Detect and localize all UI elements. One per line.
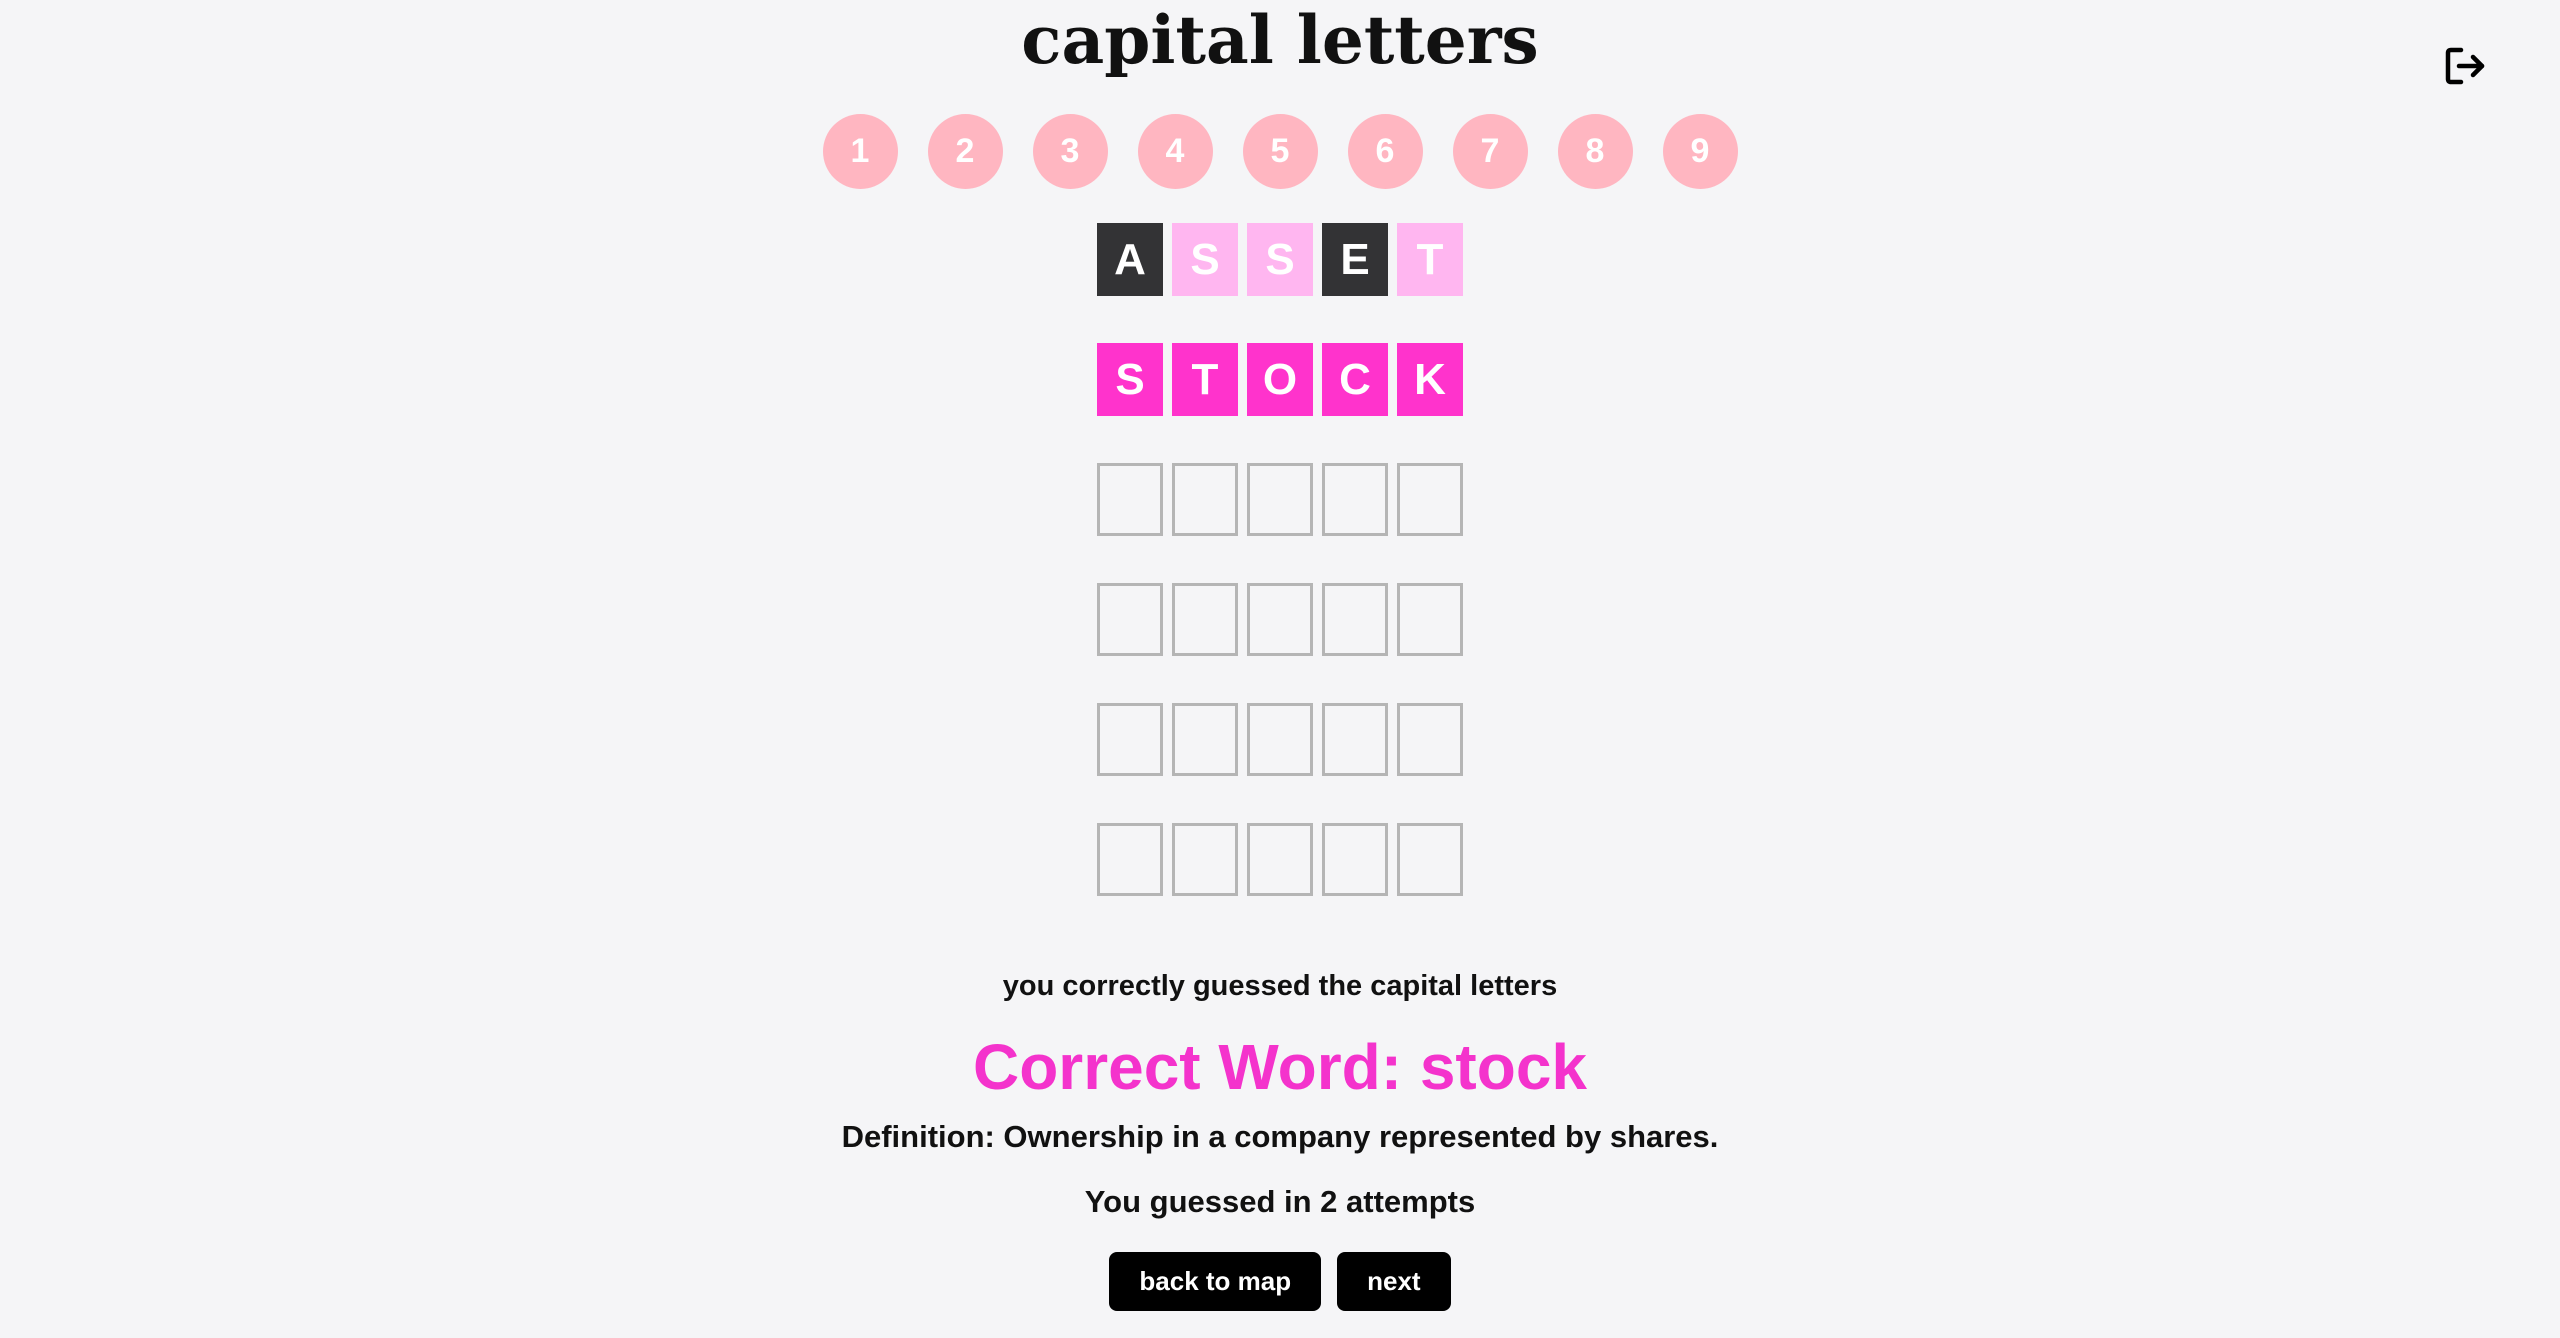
letter-tile: A xyxy=(1097,223,1163,296)
level-button-4[interactable]: 4 xyxy=(1137,114,1213,189)
letter-tile xyxy=(1097,703,1163,776)
letter-tile xyxy=(1097,463,1163,536)
next-button[interactable]: next xyxy=(1337,1252,1451,1311)
level-button-6[interactable]: 6 xyxy=(1347,114,1423,189)
letter-tile xyxy=(1322,703,1388,776)
letter-tile xyxy=(1172,463,1238,536)
guess-row xyxy=(1097,463,1463,536)
level-selector: 1 2 3 4 5 6 7 8 9 xyxy=(0,114,2560,189)
logout-icon xyxy=(2445,47,2485,85)
level-button-3[interactable]: 3 xyxy=(1032,114,1108,189)
letter-tile xyxy=(1097,823,1163,896)
letter-tile xyxy=(1397,583,1463,656)
level-button-5[interactable]: 5 xyxy=(1242,114,1318,189)
logout-button[interactable] xyxy=(2440,44,2492,88)
level-button-2[interactable]: 2 xyxy=(927,114,1003,189)
letter-tile xyxy=(1097,583,1163,656)
back-to-map-button[interactable]: back to map xyxy=(1109,1252,1322,1311)
letter-tile: T xyxy=(1397,223,1463,296)
guess-row xyxy=(1097,703,1463,776)
letter-tile: E xyxy=(1322,223,1388,296)
letter-tile xyxy=(1397,823,1463,896)
letter-tile xyxy=(1322,583,1388,656)
level-button-9[interactable]: 9 xyxy=(1662,114,1738,189)
letter-tile: S xyxy=(1172,223,1238,296)
letter-tile: O xyxy=(1247,343,1313,416)
letter-tile xyxy=(1247,703,1313,776)
guess-row xyxy=(1097,823,1463,896)
correct-word: Correct Word: stock xyxy=(972,1031,1588,1103)
action-buttons: back to map next xyxy=(0,1252,2560,1311)
letter-tile: C xyxy=(1322,343,1388,416)
letter-tile xyxy=(1172,583,1238,656)
letter-tile xyxy=(1322,463,1388,536)
letter-tile xyxy=(1247,463,1313,536)
level-button-1[interactable]: 1 xyxy=(822,114,898,189)
letter-tile xyxy=(1322,823,1388,896)
attempts-count: You guessed in 2 attempts xyxy=(1084,1184,1476,1219)
letter-tile: S xyxy=(1097,343,1163,416)
letter-tile xyxy=(1247,823,1313,896)
level-button-8[interactable]: 8 xyxy=(1557,114,1633,189)
result-message: you correctly guessed the capital letter… xyxy=(1002,970,1558,1002)
letter-tile: T xyxy=(1172,343,1238,416)
page-title: capital letters xyxy=(1021,1,1539,79)
word-definition: Definition: Ownership in a company repre… xyxy=(841,1119,1719,1154)
guess-row: S T O C K xyxy=(1097,343,1463,416)
letter-tile: S xyxy=(1247,223,1313,296)
guess-row: A S S E T xyxy=(1097,223,1463,296)
letter-tile xyxy=(1172,703,1238,776)
level-button-7[interactable]: 7 xyxy=(1452,114,1528,189)
letter-tile: K xyxy=(1397,343,1463,416)
letter-tile xyxy=(1397,463,1463,536)
letter-tile xyxy=(1247,583,1313,656)
letter-tile xyxy=(1172,823,1238,896)
guess-row xyxy=(1097,583,1463,656)
letter-tile xyxy=(1397,703,1463,776)
guess-board: A S S E T S T O C K xyxy=(1097,223,1463,943)
